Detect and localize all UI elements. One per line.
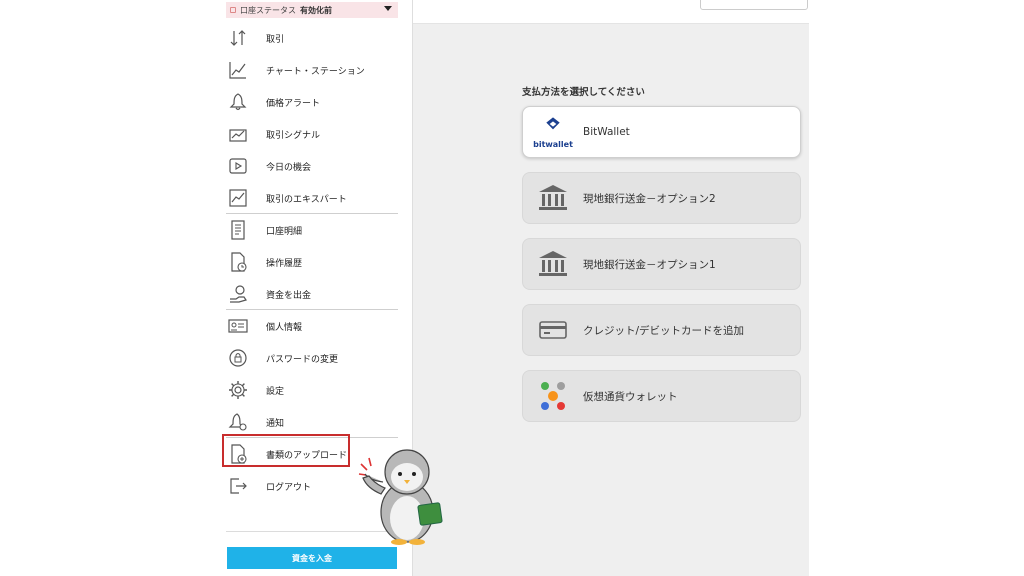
deposit-funds-button[interactable]: 資金を入金 xyxy=(227,547,397,569)
menu-divider xyxy=(226,213,398,214)
password-icon xyxy=(228,348,248,368)
sidebar-item-change-password[interactable]: パスワードの変更 xyxy=(226,344,398,372)
sidebar-item-settings[interactable]: 設定 xyxy=(226,376,398,404)
sidebar-item-operation-history[interactable]: 操作履歴 xyxy=(226,248,398,276)
sidebar-item-chart-station[interactable]: チャート・ステーション xyxy=(226,56,398,84)
bank-icon xyxy=(535,246,571,282)
history-icon xyxy=(228,252,248,272)
sidebar-item-label: 個人情報 xyxy=(266,322,303,333)
account-status-label: 口座ステータス xyxy=(240,5,296,15)
bell-icon xyxy=(228,92,248,112)
sidebar-item-label: 設定 xyxy=(266,386,285,397)
payment-method-bitwallet[interactable]: bitwallet BitWallet xyxy=(522,106,801,158)
status-icon xyxy=(230,7,236,13)
sidebar-item-label: 資金を出金 xyxy=(266,290,312,301)
payment-method-credit-card[interactable]: クレジット/デビットカードを追加 xyxy=(522,304,801,356)
sidebar-item-label: 取引 xyxy=(266,34,285,45)
sidebar-item-label: 操作履歴 xyxy=(266,258,303,269)
bitwallet-logo-text: bitwallet xyxy=(533,139,573,149)
statement-icon xyxy=(228,220,248,240)
payment-method-label: BitWallet xyxy=(583,126,630,138)
payment-method-label: 現地銀行送金－オプション1 xyxy=(583,258,716,271)
sidebar-item-price-alert[interactable]: 価格アラート xyxy=(226,88,398,116)
sidebar-item-label: 通知 xyxy=(266,418,285,429)
bitwallet-logo-icon: bitwallet xyxy=(533,114,573,150)
sidebar-item-label: 取引シグナル xyxy=(266,130,321,141)
crypto-coins-icon xyxy=(535,378,571,414)
sidebar-item-trade-signal[interactable]: 取引シグナル xyxy=(226,120,398,148)
sidebar-item-label: 価格アラート xyxy=(266,98,321,109)
payment-method-label: クレジット/デビットカードを追加 xyxy=(583,324,745,337)
sidebar-item-label: チャート・ステーション xyxy=(266,66,365,77)
payment-method-local-bank-1[interactable]: 現地銀行送金－オプション1 xyxy=(522,238,801,290)
search-box[interactable] xyxy=(700,0,808,10)
credit-card-icon xyxy=(535,312,571,348)
bank-icon xyxy=(535,180,571,216)
logout-icon xyxy=(228,476,248,496)
sidebar-item-account-statement[interactable]: 口座明細 xyxy=(226,216,398,244)
trade-arrows-icon xyxy=(228,28,248,48)
page-title: 支払方法を選択してください xyxy=(522,87,645,98)
withdraw-icon xyxy=(228,284,248,304)
payment-method-label: 現地銀行送金－オプション2 xyxy=(583,192,716,205)
account-status-dropdown[interactable]: 口座ステータス 有効化前 xyxy=(226,2,398,18)
sidebar-item-withdraw[interactable]: 資金を出金 xyxy=(226,280,398,308)
gear-icon xyxy=(228,380,248,400)
sidebar-item-label: 口座明細 xyxy=(266,226,303,237)
account-status-value: 有効化前 xyxy=(300,5,332,15)
sidebar-item-trade-expert[interactable]: 取引のエキスパート xyxy=(226,184,398,212)
signal-chart-icon xyxy=(228,124,248,144)
payment-method-local-bank-2[interactable]: 現地銀行送金－オプション2 xyxy=(522,172,801,224)
play-icon xyxy=(228,156,248,176)
sidebar-item-trade[interactable]: 取引 xyxy=(226,24,398,52)
sidebar-item-notifications[interactable]: 通知 xyxy=(226,408,398,436)
sidebar-item-personal-info[interactable]: 個人情報 xyxy=(226,312,398,340)
expert-chart-icon xyxy=(228,188,248,208)
sidebar-item-label: ログアウト xyxy=(266,482,312,493)
penguin-mascot-illustration xyxy=(358,449,443,545)
chevron-down-icon[interactable] xyxy=(384,6,392,11)
upload-highlight-box xyxy=(222,434,350,467)
sidebar-item-todays-opportunity[interactable]: 今日の機会 xyxy=(226,152,398,180)
payment-method-crypto-wallet[interactable]: 仮想通貨ウォレット xyxy=(522,370,801,422)
menu-divider xyxy=(226,309,398,310)
sidebar-item-label: パスワードの変更 xyxy=(266,354,339,365)
chart-line-icon xyxy=(228,60,248,80)
id-card-icon xyxy=(228,316,248,336)
notification-bell-icon xyxy=(228,412,248,432)
payment-method-label: 仮想通貨ウォレット xyxy=(583,390,678,403)
sidebar-item-label: 今日の機会 xyxy=(266,162,312,173)
sidebar-item-label: 取引のエキスパート xyxy=(266,194,347,205)
top-bar xyxy=(413,0,809,24)
app-window: 口座ステータス 有効化前 取引 チャート・ステーション 価格アラート 取引シグナ… xyxy=(0,0,1024,576)
